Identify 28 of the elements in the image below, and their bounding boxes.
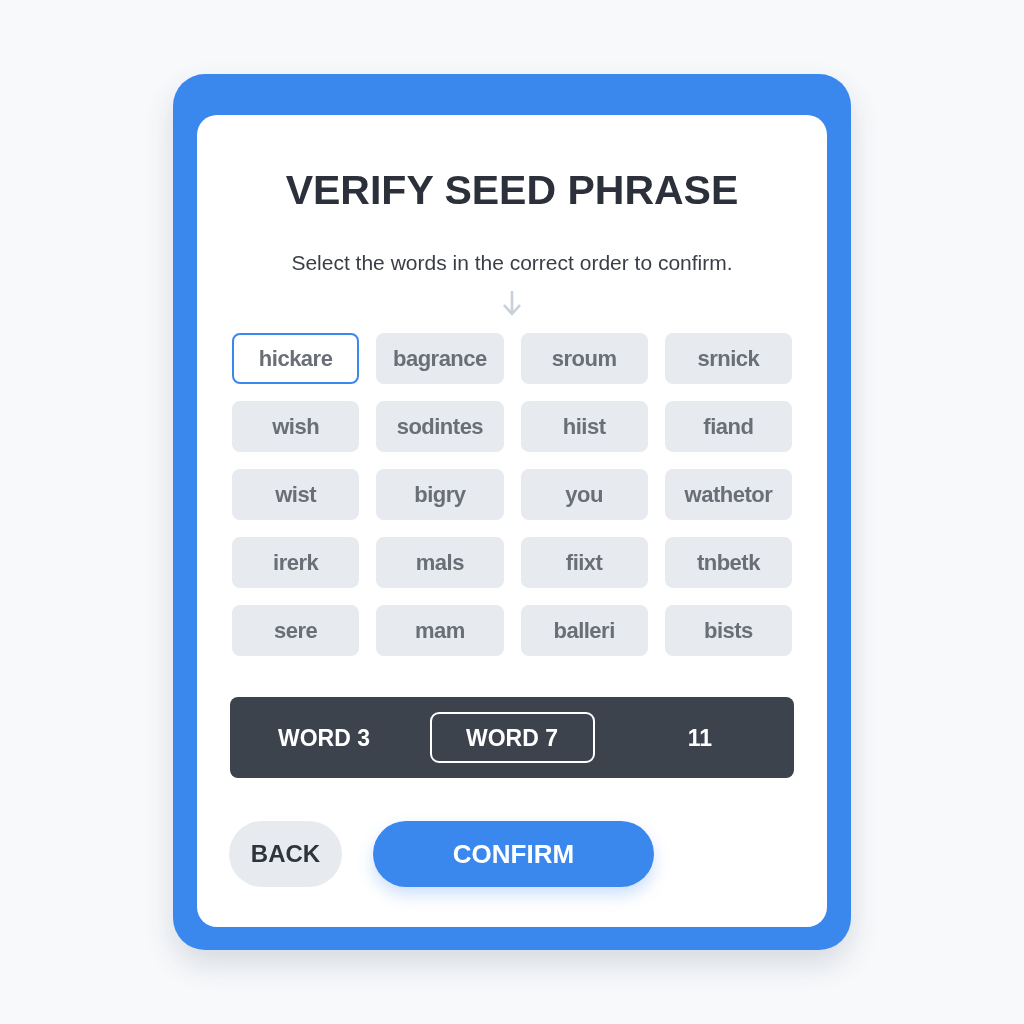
word-chip[interactable]: wist: [232, 469, 360, 520]
word-slot[interactable]: WORD 7: [429, 712, 595, 763]
word-chip[interactable]: srnick: [664, 333, 792, 384]
back-button[interactable]: BACK: [229, 821, 342, 887]
down-arrow-icon: [501, 290, 523, 316]
word-slot[interactable]: WORD 3: [278, 723, 370, 752]
dialog-title: VERIFY SEED PHRASE: [285, 166, 739, 215]
word-chip[interactable]: mals: [376, 537, 504, 588]
word-chip[interactable]: irerk: [232, 537, 360, 588]
word-chip[interactable]: bists: [664, 605, 792, 656]
word-chip[interactable]: fiixt: [520, 537, 648, 588]
word-chip[interactable]: sere: [232, 605, 360, 656]
word-chip[interactable]: bigry: [376, 469, 504, 520]
confirm-button[interactable]: CONFIRM: [373, 821, 654, 887]
word-chip[interactable]: wish: [232, 401, 360, 452]
word-chip[interactable]: balleri: [520, 605, 648, 656]
word-chip[interactable]: sodintes: [376, 401, 504, 452]
word-chip[interactable]: bagrance: [376, 333, 504, 384]
word-slot[interactable]: 11: [687, 723, 713, 752]
word-chip[interactable]: wathetor: [664, 469, 792, 520]
word-chip[interactable]: tnbetk: [664, 537, 792, 588]
instruction-text: Select the words in the correct order to confirm.: [291, 250, 733, 276]
word-chip[interactable]: fiand: [664, 401, 792, 452]
word-chip[interactable]: hickare: [232, 333, 360, 384]
word-chip[interactable]: sroum: [520, 333, 648, 384]
word-chip[interactable]: mam: [376, 605, 504, 656]
word-chip[interactable]: you: [520, 469, 648, 520]
word-chip[interactable]: hiist: [520, 401, 648, 452]
